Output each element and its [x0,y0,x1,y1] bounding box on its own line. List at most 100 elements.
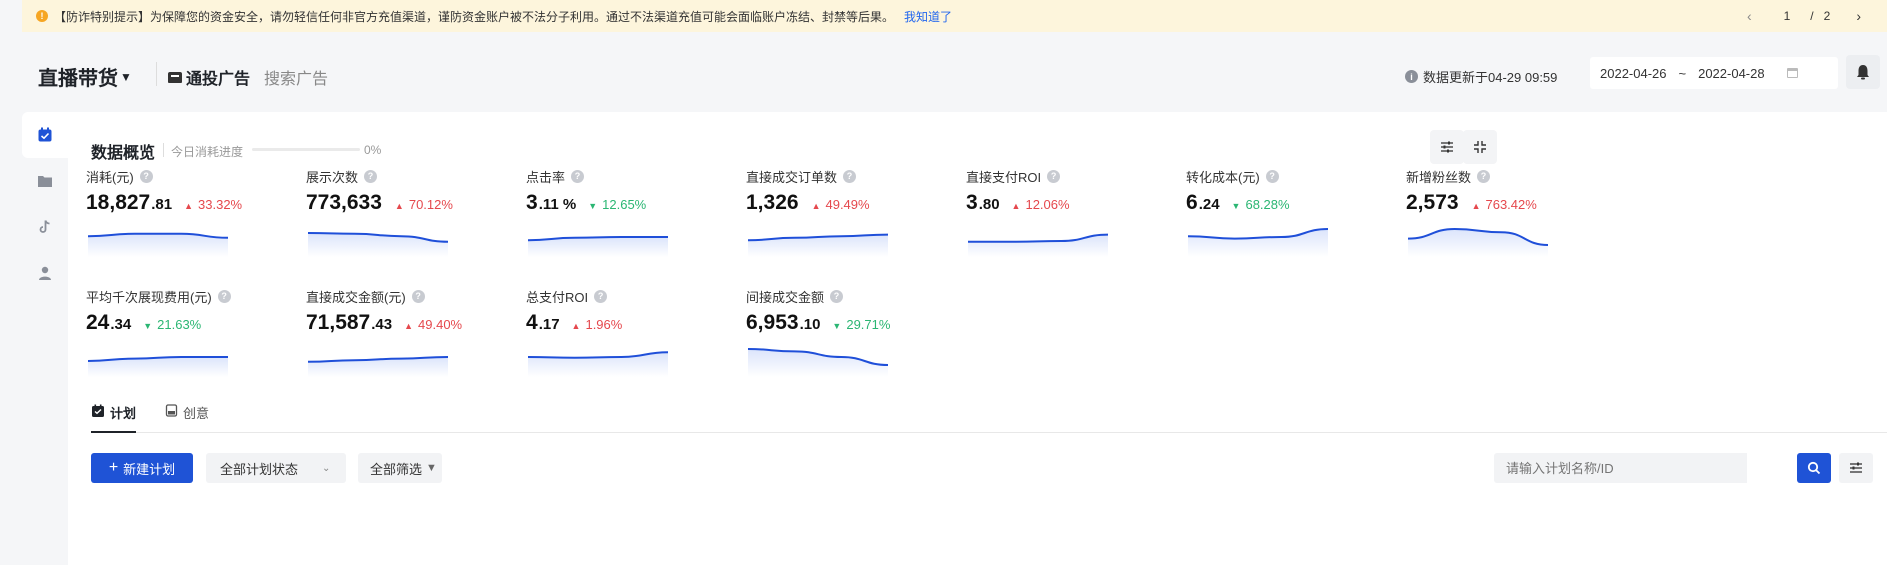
metric-value: 2,573 ▲ 763.42% [1406,191,1537,215]
help-icon[interactable]: ? [139,169,153,183]
metric-value-int: 1,326 [746,191,799,214]
date-end[interactable]: 2022-04-28 [1698,66,1765,81]
metric-value-int: 6 [1186,191,1198,214]
help-icon[interactable]: ? [571,169,585,183]
metric-label-text: 新增粉丝数 [1406,169,1472,185]
new-plan-button[interactable]: + 新建计划 [91,453,193,483]
chevron-down-icon: ⌄ [322,462,331,474]
pager-total: 2 [1823,9,1831,23]
metric-change-value: 49.40% [418,317,463,332]
trend-down-icon: ▼ [832,321,842,331]
metric-value-int: 18,827 [86,191,151,214]
overview-divider [163,143,164,157]
metric-card: 直接支付ROI? 3.80 ▲ 12.06% [966,167,1196,287]
notice-pager: ‹ 1 / 2 › [1747,0,1861,32]
help-icon[interactable]: ? [364,169,378,183]
metric-label-text: 直接支付ROI [966,169,1042,185]
plan-status-select[interactable]: 全部计划状态 ⌄ [206,453,346,483]
page-header: 直播带货 ▼ 通投广告 搜索广告 i 数据更新于04-29 09:59 2022… [0,32,1887,112]
nav-data-overview[interactable] [22,112,68,158]
search-button[interactable] [1797,453,1831,483]
metric-change: ▼ 12.65% [588,197,646,212]
metric-value-int: 773,633 [306,191,382,214]
metric-label-text: 展示次数 [306,169,359,185]
metric-label: 平均千次展现费用(元)? [86,287,316,305]
metric-label: 转化成本(元)? [1186,167,1416,185]
help-icon[interactable]: ? [594,289,608,303]
nav-folder[interactable] [22,158,68,204]
tab-plan[interactable]: 计划 [91,403,137,433]
metric-card: 点击率? 3.11 % ▼ 12.65% [526,167,756,287]
metric-change: ▲ 1.96% [572,317,623,332]
notice-bar: ! 【防诈特别提示】为保障您的资金安全，请勿轻信任何非官方充值渠道，谨防资金账户… [22,0,1887,32]
metric-change-value: 1.96% [585,317,623,332]
metric-sparkline [527,236,668,257]
caret-down-icon: ▼ [120,69,132,84]
metric-change-value: 21.63% [157,317,202,332]
creative-icon [165,404,178,417]
plan-tabs: 计划 创意 [91,399,1887,433]
metric-label-text: 总支付ROI [526,289,589,305]
metric-value-int: 3 [966,191,978,214]
date-range-picker[interactable]: 2022-04-26 ~ 2022-04-28 [1590,57,1838,89]
tab-search-ads[interactable]: 搜索广告 [264,65,328,89]
progress-percent: 0% [364,143,382,157]
trend-up-icon: ▲ [404,321,414,331]
tab-creative-label: 创意 [183,406,210,421]
metric-value: 24.34 ▼ 21.63% [86,311,201,335]
help-icon[interactable]: ? [1477,169,1491,183]
chevron-right-icon[interactable]: › [1856,8,1861,24]
nav-douyin[interactable] [22,204,68,250]
metric-value-dec: .80 [978,196,1000,213]
date-start[interactable]: 2022-04-26 [1600,66,1667,81]
metric-label-text: 直接成交金额(元) [306,289,406,305]
help-icon[interactable]: ? [843,169,857,183]
plan-search-input[interactable] [1494,453,1747,483]
ad-icon [168,71,182,83]
metric-label-text: 直接成交订单数 [746,169,838,185]
nav-account[interactable] [22,250,68,296]
metric-label: 新增粉丝数? [1406,167,1636,185]
progress-bar [252,148,360,151]
trend-down-icon: ▼ [143,321,153,331]
metric-value-dec: .10 [799,316,821,333]
metric-value: 71,587.43 ▲ 49.40% [306,311,462,335]
tab-general-ads[interactable]: 通投广告 [168,65,250,89]
bell-icon [1857,65,1869,80]
notice-text: 【防诈特别提示】为保障您的资金安全，请勿轻信任何非官方充值渠道，谨防资金账户被不… [54,9,895,24]
help-icon[interactable]: ? [1265,169,1279,183]
help-icon[interactable]: ? [217,289,231,303]
overview-title: 数据概览 [91,145,156,162]
metric-change-value: 33.32% [198,197,243,212]
metric-label: 展示次数? [306,167,536,185]
product-switcher[interactable]: 直播带货 ▼ [38,62,132,91]
pager-current: 1 [1783,9,1791,23]
metric-value: 3.80 ▲ 12.06% [966,191,1070,215]
chevron-left-icon[interactable]: ‹ [1747,8,1752,24]
metric-change-value: 70.12% [408,197,453,212]
metric-sparkline [1407,227,1549,257]
trend-up-icon: ▲ [394,201,404,211]
metric-value: 18,827.81 ▲ 33.32% [86,191,242,215]
calendar-icon [1786,68,1798,78]
metric-change-value: 68.28% [1245,197,1290,212]
settings-icon [1850,462,1862,473]
notification-button[interactable] [1846,55,1880,89]
metric-change: ▲ 12.06% [1012,197,1070,212]
collapse-button[interactable] [1463,130,1497,164]
metric-change: ▼ 21.63% [143,317,201,332]
help-icon[interactable]: ? [830,289,844,303]
table-settings-button[interactable] [1839,453,1873,483]
tab-creative[interactable]: 创意 [165,403,209,433]
metric-value: 6,953.10 ▼ 29.71% [746,311,890,335]
help-icon[interactable]: ? [1047,169,1061,183]
trend-down-icon: ▼ [588,201,598,211]
plan-status-value: 全部计划状态 [220,461,299,477]
metric-change-value: 49.49% [825,197,870,212]
help-icon[interactable]: ? [411,289,425,303]
metric-settings-button[interactable] [1430,130,1464,164]
metric-change: ▲ 33.32% [184,197,242,212]
collapse-icon [1474,141,1486,153]
notice-ack-link[interactable]: 我知道了 [904,8,952,25]
all-filter-button[interactable]: 全部筛选 ▼ [358,453,442,483]
